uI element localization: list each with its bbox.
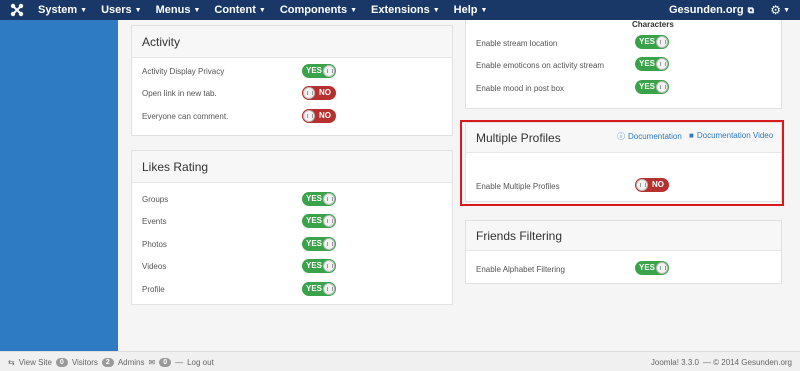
panel-title: Likes Rating	[132, 151, 452, 183]
alphabet-filtering-toggle[interactable]: YES	[635, 261, 669, 275]
site-link[interactable]: Gesunden.org ⧉	[669, 0, 754, 20]
top-navbar: System ▼ Users ▼ Menus ▼ Content ▼ Component…	[0, 0, 800, 20]
main-menu: System ▼ Users ▼ Menus ▼ Content ▼ Component…	[31, 0, 494, 20]
setting-label: Profile	[142, 285, 165, 294]
menu-users[interactable]: Users ▼	[94, 0, 149, 20]
setting-label: Activity Display Privacy	[142, 67, 225, 76]
mood-toggle[interactable]: YES	[635, 80, 669, 94]
activity-display-privacy-toggle[interactable]: YES	[302, 64, 336, 78]
logout-link[interactable]: Log out	[187, 358, 214, 367]
groups-likes-toggle[interactable]: YES	[302, 192, 336, 206]
setting-label: Enable emoticons on activity stream	[476, 61, 605, 70]
setting-label: Videos	[142, 262, 167, 271]
sidebar	[0, 20, 118, 351]
joomla-logo-icon[interactable]	[10, 3, 24, 17]
setting-label: Enable Alphabet Filtering	[476, 265, 565, 274]
caret-down-icon: ▼	[480, 6, 488, 14]
messages-icon[interactable]: ✉	[149, 358, 156, 367]
setting-label: Open link in new tab.	[142, 89, 217, 98]
gear-icon: ⚙	[770, 3, 782, 17]
view-site-icon: ⇆	[8, 357, 15, 367]
caret-down-icon: ▼	[258, 6, 266, 14]
stream-location-toggle[interactable]: YES	[635, 35, 669, 49]
setting-label: Photos	[142, 240, 167, 249]
highlight-box	[460, 120, 784, 206]
admins-count-badge: 2	[101, 357, 114, 367]
caret-down-icon: ▼	[350, 6, 358, 14]
panel-title: Activity	[132, 26, 452, 58]
logout-icon: —	[175, 357, 184, 367]
external-link-icon: ⧉	[747, 4, 754, 15]
visitors-label: Visitors	[71, 357, 98, 367]
menu-content[interactable]: Content ▼	[207, 0, 272, 20]
copyright-text: — © 2014 Gesunden.org	[702, 357, 792, 367]
status-bar: ⇆ View Site 0 Visitors 2 Admins ✉ 0 — Lo…	[0, 351, 800, 371]
events-likes-toggle[interactable]: YES	[302, 214, 336, 228]
activity-panel: Activity Activity Display Privacy YES Op…	[131, 25, 453, 136]
setting-label: Events	[142, 217, 167, 226]
friends-filtering-panel: Friends Filtering Enable Alphabet Filter…	[465, 220, 782, 284]
setting-label: Groups	[142, 195, 169, 204]
setting-label: Enable stream location	[476, 39, 558, 48]
version-text: Joomla! 3.3.0	[650, 357, 699, 367]
caret-down-icon: ▼	[80, 6, 88, 14]
admins-label: Admins	[117, 357, 145, 367]
caret-down-icon: ▼	[783, 6, 790, 14]
videos-likes-toggle[interactable]: YES	[302, 259, 336, 273]
view-site-link[interactable]: View Site	[19, 358, 52, 367]
open-link-new-tab-toggle[interactable]: NO	[302, 86, 336, 100]
photos-likes-toggle[interactable]: YES	[302, 237, 336, 251]
caret-down-icon: ▼	[193, 6, 201, 14]
setting-label: Everyone can comment.	[142, 112, 229, 121]
stream-settings-panel: Characters Enable stream location YES En…	[465, 20, 782, 109]
setting-label: Enable mood in post box	[476, 84, 565, 93]
partial-heading: Characters	[632, 20, 674, 29]
visitors-count-badge: 0	[55, 357, 68, 367]
menu-menus[interactable]: Menus ▼	[149, 0, 208, 20]
settings-dropdown[interactable]: ⚙ ▼	[770, 0, 790, 20]
menu-help[interactable]: Help ▼	[447, 0, 495, 20]
menu-extensions[interactable]: Extensions ▼	[364, 0, 447, 20]
menu-system[interactable]: System ▼	[31, 0, 94, 20]
panel-title: Friends Filtering	[466, 221, 781, 251]
profile-likes-toggle[interactable]: YES	[302, 282, 336, 296]
likes-rating-panel: Likes Rating Groups YES Events YES Photo…	[131, 150, 453, 305]
menu-components[interactable]: Components ▼	[273, 0, 364, 20]
caret-down-icon: ▼	[134, 6, 142, 14]
caret-down-icon: ▼	[432, 6, 440, 14]
everyone-can-comment-toggle[interactable]: NO	[302, 109, 336, 123]
emoticons-toggle[interactable]: YES	[635, 57, 669, 71]
messages-count-badge: 0	[159, 357, 172, 367]
